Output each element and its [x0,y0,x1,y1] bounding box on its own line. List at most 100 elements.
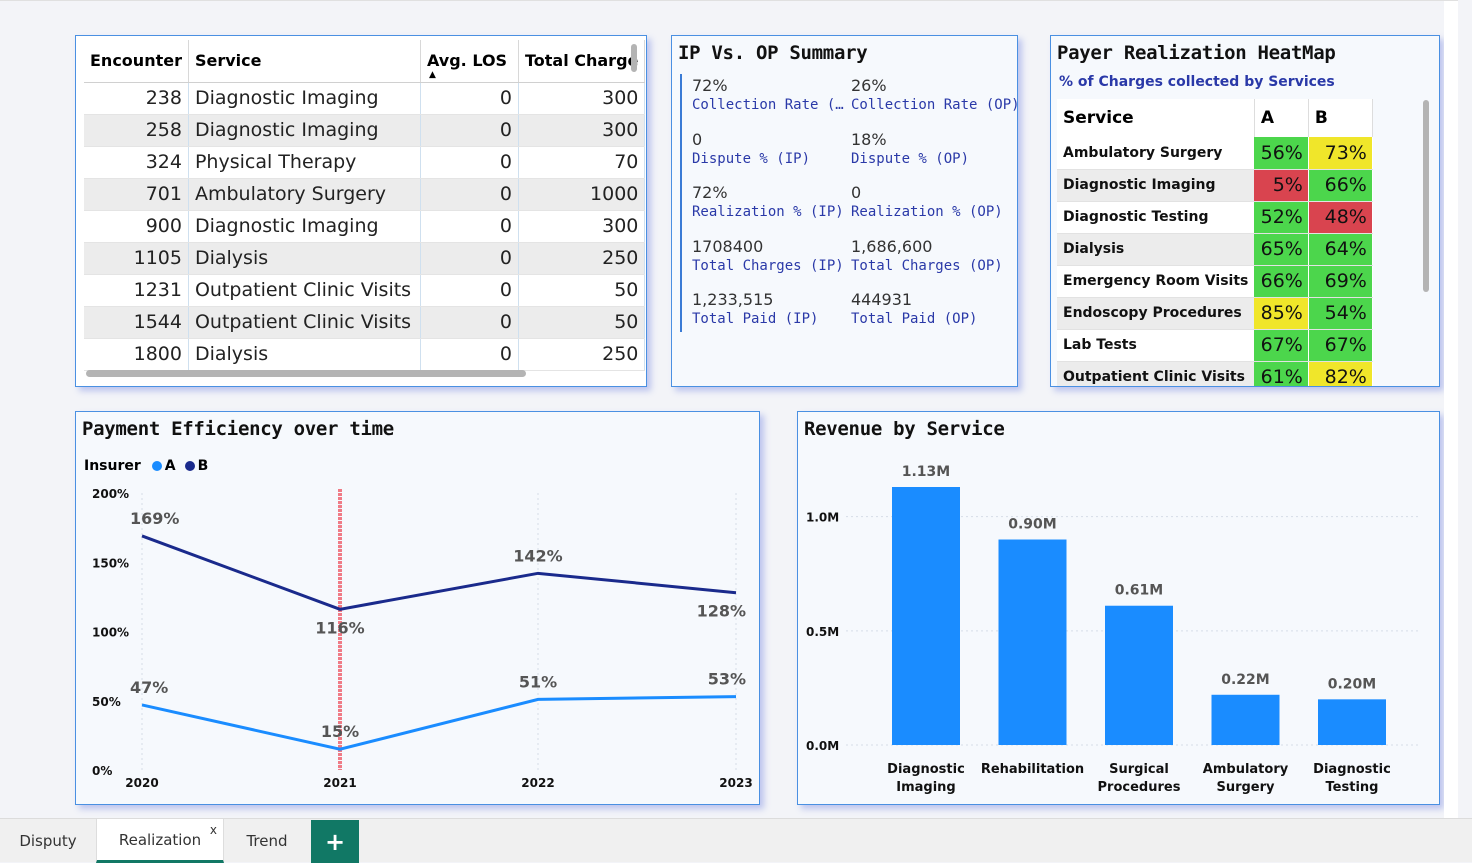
y-tick-label: 150% [92,556,129,570]
cell-service: Outpatient Clinic Visits [188,306,421,339]
heatmap-service: Diagnostic Imaging [1057,169,1255,202]
heatmap-cell-b[interactable]: 66% [1308,169,1373,202]
heatmap-cell-a[interactable]: 52% [1254,201,1309,234]
ip-vs-op-title: IP Vs. OP Summary [678,42,868,64]
avg-los-label: Avg. LOS [426,51,508,71]
heatmap-cell-a[interactable]: 56% [1254,137,1309,170]
heatmap-cell-b[interactable]: 54% [1308,297,1373,330]
bar[interactable] [1211,694,1280,745]
x-tick-label: 2021 [323,776,356,790]
kpi-value: 0 [692,129,703,149]
column-header-service[interactable]: Service [188,40,421,83]
encounters-table: Encounter Service Avg. LOS ▲ Total Charge… [84,40,646,371]
heatmap-cell-a[interactable]: 61% [1254,361,1309,386]
cell-total-charge: 1000 [518,178,646,211]
heatmap-cell-b[interactable]: 67% [1308,329,1373,362]
heatmap-row[interactable]: Diagnostic Imaging 5% 66% [1057,169,1373,202]
heatmap-cell-a[interactable]: 67% [1254,329,1309,362]
heatmap-header-b[interactable]: B [1308,99,1373,137]
table-row[interactable]: 258 Diagnostic Imaging 0 300 [84,114,646,147]
kpi-card: 0 Dispute % (IP) [692,130,810,167]
kpi-label: Realization % (IP) [692,204,844,220]
heatmap-row[interactable]: Dialysis 65% 64% [1057,233,1373,266]
tab-disputy-label: Disputy [19,832,77,850]
table-row[interactable]: 701 Ambulatory Surgery 0 1000 [84,178,646,211]
series-line-b[interactable] [141,534,737,611]
data-label: 53% [708,670,746,689]
column-header-avg-los[interactable]: Avg. LOS ▲ [420,40,519,83]
kpi-card: 18% Dispute % (OP) [851,130,969,167]
table-row[interactable]: 1231 Outpatient Clinic Visits 0 50 [84,274,646,307]
cell-service: Dialysis [188,242,421,275]
kpi-card: 0 Realization % (OP) [851,183,1003,220]
tab-trend-label: Trend [246,832,288,850]
heatmap-header-service[interactable]: Service [1057,99,1255,137]
kpi-value: 0 [851,183,862,202]
heatmap-row[interactable]: Ambulatory Surgery 56% 73% [1057,137,1373,170]
heatmap-row[interactable]: Diagnostic Testing 52% 48% [1057,201,1373,234]
table-row[interactable]: 324 Physical Therapy 0 70 [84,146,646,179]
heatmap-row[interactable]: Endoscopy Procedures 85% 54% [1057,297,1373,330]
x-tick-label: Rehabilitation [981,762,1084,777]
series-line-a[interactable] [141,695,737,751]
heatmap-cell-a[interactable]: 65% [1254,233,1309,266]
report-canvas: Encounter Service Avg. LOS ▲ Total Charge… [0,0,1458,819]
kpi-label: Total Paid (OP) [851,311,978,327]
close-tab-icon[interactable]: x [210,823,217,837]
cell-encounter: 258 [84,114,189,147]
table-row[interactable]: 1544 Outpatient Clinic Visits 0 50 [84,306,646,339]
x-tick-label: Diagnostic Testing [1313,762,1391,795]
heatmap-cell-b[interactable]: 69% [1308,265,1373,298]
tab-disputy[interactable]: Disputy [0,819,96,863]
revenue-by-service-chart-card: Revenue by Service 0.0M 0.5M 1.0M 1.13M Diag… [797,411,1440,805]
heatmap-row[interactable]: Outpatient Clinic Visits 61% 82% [1057,361,1373,386]
heatmap-table: Service A B Ambulatory Surgery 56% 73% Diag… [1057,99,1373,386]
heatmap-cell-b[interactable]: 64% [1308,233,1373,266]
heatmap-vertical-scrollbar[interactable] [1423,100,1429,292]
y-tick-label: 0% [92,764,112,778]
kpi-card: 72% Collection Rate (… [692,76,844,113]
heatmap-service: Lab Tests [1057,329,1255,362]
bar-chart-plot[interactable]: 0.0M0.5M1.0M1.13MDiagnostic Imaging0.90MR… [798,412,1439,804]
line-chart-plot[interactable]: 0% 50% 100% 150% 200% 2020 2021 2022 2023 47% 15% 5… [76,412,759,804]
cell-avg-los: 0 [420,114,519,147]
bar[interactable] [892,487,960,745]
add-page-button[interactable]: + [311,820,359,863]
table-vertical-scrollbar[interactable] [631,44,637,72]
heatmap-cell-a[interactable]: 66% [1254,265,1309,298]
column-header-total-charge[interactable]: Total Charge [518,40,646,83]
data-label: 0.20M [1328,676,1376,692]
table-row[interactable]: 1105 Dialysis 0 250 [84,242,646,275]
bar[interactable] [1105,605,1173,745]
column-header-encounter[interactable]: Encounter [84,40,189,83]
kpi-label: Collection Rate (OP) [851,97,1020,113]
heatmap-row[interactable]: Emergency Room Visits 66% 69% [1057,265,1373,298]
tab-realization[interactable]: Realization x [96,819,224,863]
heatmap-row[interactable]: Lab Tests 67% 67% [1057,329,1373,362]
heatmap-cell-b[interactable]: 73% [1308,137,1373,170]
heatmap-cell-a[interactable]: 5% [1254,169,1309,202]
cell-total-charge: 300 [518,82,646,115]
bar[interactable] [1318,699,1386,745]
heatmap-header-a[interactable]: A [1254,99,1309,137]
encounters-table-card[interactable]: Encounter Service Avg. LOS ▲ Total Charge… [75,35,647,387]
cell-encounter: 238 [84,82,189,115]
page-vertical-scrollbar[interactable] [1444,1,1458,819]
y-tick-label: 1.0M [806,511,839,525]
bar[interactable] [998,539,1067,745]
heatmap-cell-b[interactable]: 48% [1308,201,1373,234]
heatmap-subtitle: % of Charges collected by Services [1059,74,1335,90]
cell-avg-los: 0 [420,82,519,115]
kpi-label: Collection Rate (… [692,97,844,113]
kpi-value: 72% [692,183,728,202]
table-row[interactable]: 238 Diagnostic Imaging 0 300 [84,82,646,115]
cell-service: Ambulatory Surgery [188,178,421,211]
heatmap-cell-a[interactable]: 85% [1254,297,1309,330]
table-row[interactable]: 1800 Dialysis 0 250 [84,338,646,371]
table-row[interactable]: 900 Diagnostic Imaging 0 300 [84,210,646,243]
cell-total-charge: 50 [518,274,646,307]
kpi-card: 1,233,515 Total Paid (IP) [692,290,818,327]
heatmap-cell-b[interactable]: 82% [1308,361,1373,386]
tab-trend[interactable]: Trend [224,819,310,863]
table-horizontal-scrollbar[interactable] [86,370,526,377]
